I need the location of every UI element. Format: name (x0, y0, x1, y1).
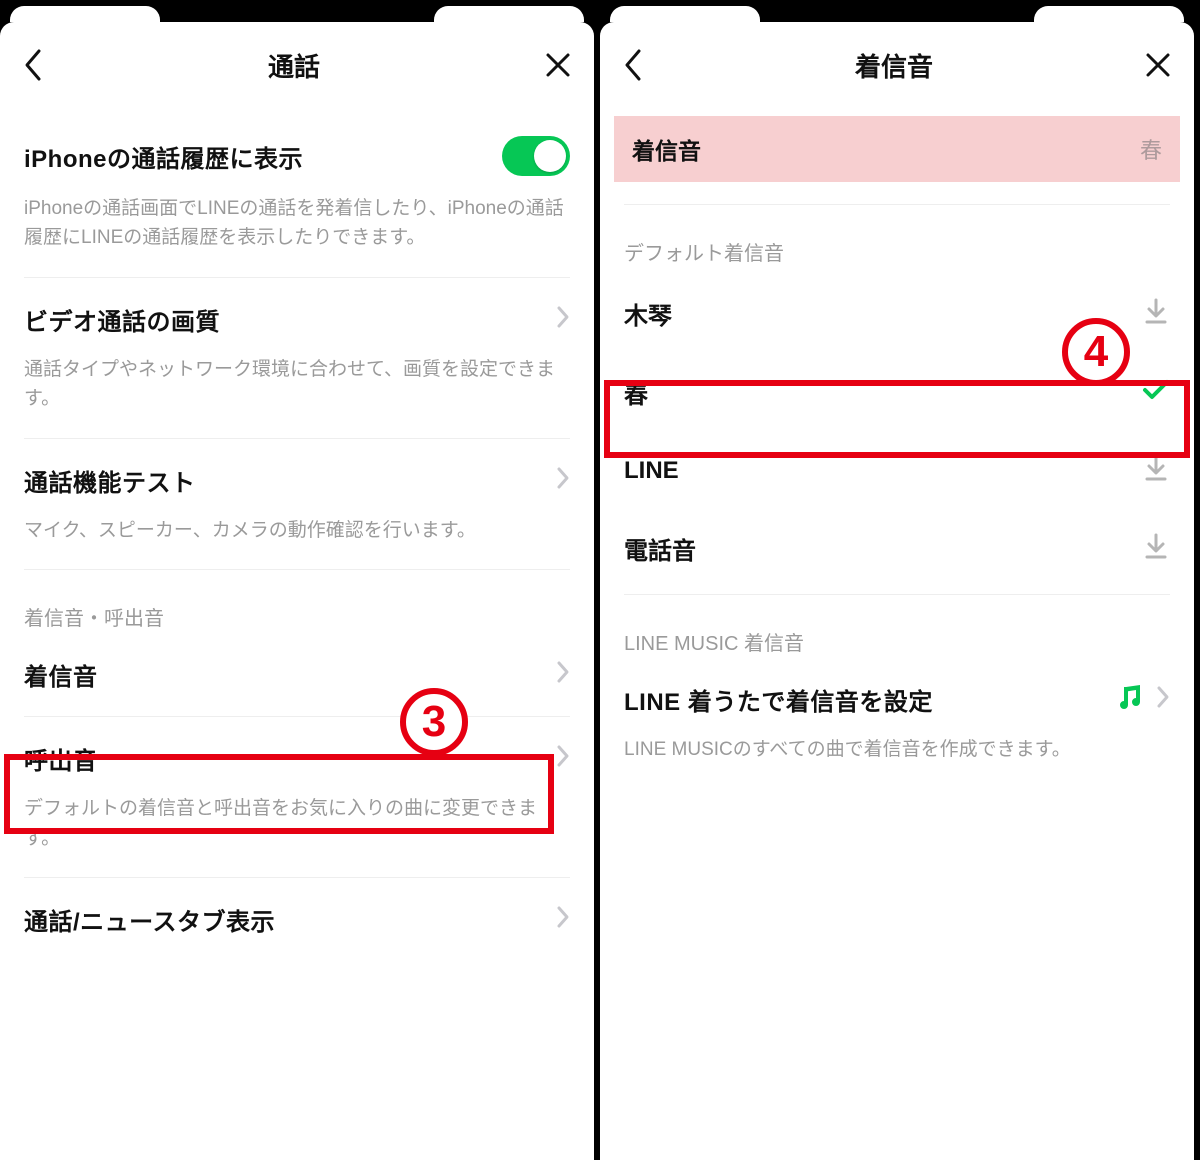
row-iphone-history[interactable]: iPhoneの通話履歴に表示 (0, 118, 594, 194)
notch (600, 0, 1194, 22)
row-label: iPhoneの通話履歴に表示 (24, 139, 303, 174)
notch (0, 0, 594, 22)
tone-label: 木琴 (624, 296, 672, 331)
row-label: 通話機能テスト (24, 463, 196, 498)
screen-left: 通話 iPhoneの通話履歴に表示 iPhoneの通話画面でLINEの通話を発着… (0, 22, 594, 1160)
page-title: 着信音 (855, 47, 933, 84)
row-label: 呼出音 (24, 741, 98, 776)
tone-row-line[interactable]: LINE (600, 432, 1194, 509)
header: 着信音 (600, 22, 1194, 102)
close-icon[interactable] (1144, 51, 1172, 79)
row-line-music[interactable]: LINE 着うたで着信音を設定 (600, 664, 1194, 735)
section-title-music: LINE MUSIC 着信音 (600, 601, 1194, 664)
divider (24, 277, 570, 278)
download-icon[interactable] (1142, 297, 1170, 330)
chevron-right-icon (556, 744, 570, 773)
divider (624, 594, 1170, 595)
tone-label: 春 (624, 375, 648, 410)
section-title-ring: 着信音・呼出音 (0, 576, 594, 639)
row-call-test[interactable]: 通話機能テスト (0, 445, 594, 516)
current-ringtone-row[interactable]: 着信音 春 (614, 116, 1180, 182)
divider (24, 569, 570, 570)
desc-test: マイク、スピーカー、カメラの動作確認を行います。 (0, 516, 594, 563)
screen-right: 着信音 着信音 春 デフォルト着信音 木琴 春 LINE (600, 22, 1194, 1160)
row-label: LINE 着うたで着信音を設定 (624, 682, 933, 717)
row-label: 通話/ニュースタブ表示 (24, 902, 275, 937)
tone-row-denwaon[interactable]: 電話音 (600, 509, 1194, 588)
chevron-right-icon (556, 660, 570, 689)
phone-left: 通話 iPhoneの通話履歴に表示 iPhoneの通話画面でLINEの通話を発着… (0, 0, 597, 1160)
header: 通話 (0, 22, 594, 102)
desc-iphone: iPhoneの通話画面でLINEの通話を発着信したり、iPhoneの通話履歴にL… (0, 194, 594, 271)
tone-row-mokkin[interactable]: 木琴 (600, 274, 1194, 353)
divider (624, 204, 1170, 205)
row-ringtone[interactable]: 着信音 (0, 639, 594, 710)
chevron-right-icon (556, 305, 570, 334)
download-icon[interactable] (1142, 532, 1170, 565)
phone-right: 着信音 着信音 春 デフォルト着信音 木琴 春 LINE (597, 0, 1194, 1160)
row-callout[interactable]: 呼出音 (0, 723, 594, 794)
back-icon[interactable] (622, 48, 644, 82)
close-icon[interactable] (544, 51, 572, 79)
page-title: 通話 (268, 47, 320, 84)
chevron-right-icon (556, 905, 570, 934)
row-video-quality[interactable]: ビデオ通話の画質 (0, 284, 594, 355)
toggle-on-icon[interactable] (502, 136, 570, 176)
hl-value: 春 (1140, 133, 1162, 165)
music-note-icon (1116, 682, 1146, 717)
tone-label: 電話音 (624, 531, 696, 566)
tone-label: LINE (624, 457, 679, 485)
hl-label: 着信音 (632, 132, 701, 166)
desc-video: 通話タイプやネットワーク環境に合わせて、画質を設定できます。 (0, 355, 594, 432)
section-title-default: デフォルト着信音 (600, 211, 1194, 274)
desc-ringcall: デフォルトの着信音と呼出音をお気に入りの曲に変更できます。 (0, 794, 594, 871)
divider (24, 877, 570, 878)
back-icon[interactable] (22, 48, 44, 82)
chevron-right-icon (556, 466, 570, 495)
row-label: 着信音 (24, 657, 98, 692)
row-call-news-tab[interactable]: 通話/ニュースタブ表示 (0, 884, 594, 955)
chevron-right-icon (1156, 685, 1170, 714)
download-icon[interactable] (1142, 454, 1170, 487)
check-icon (1142, 378, 1170, 407)
divider (24, 716, 570, 717)
row-label: ビデオ通話の画質 (24, 302, 220, 337)
desc-music: LINE MUSICのすべての曲で着信音を作成できます。 (600, 735, 1194, 782)
tone-row-haru[interactable]: 春 (600, 353, 1194, 432)
divider (24, 438, 570, 439)
